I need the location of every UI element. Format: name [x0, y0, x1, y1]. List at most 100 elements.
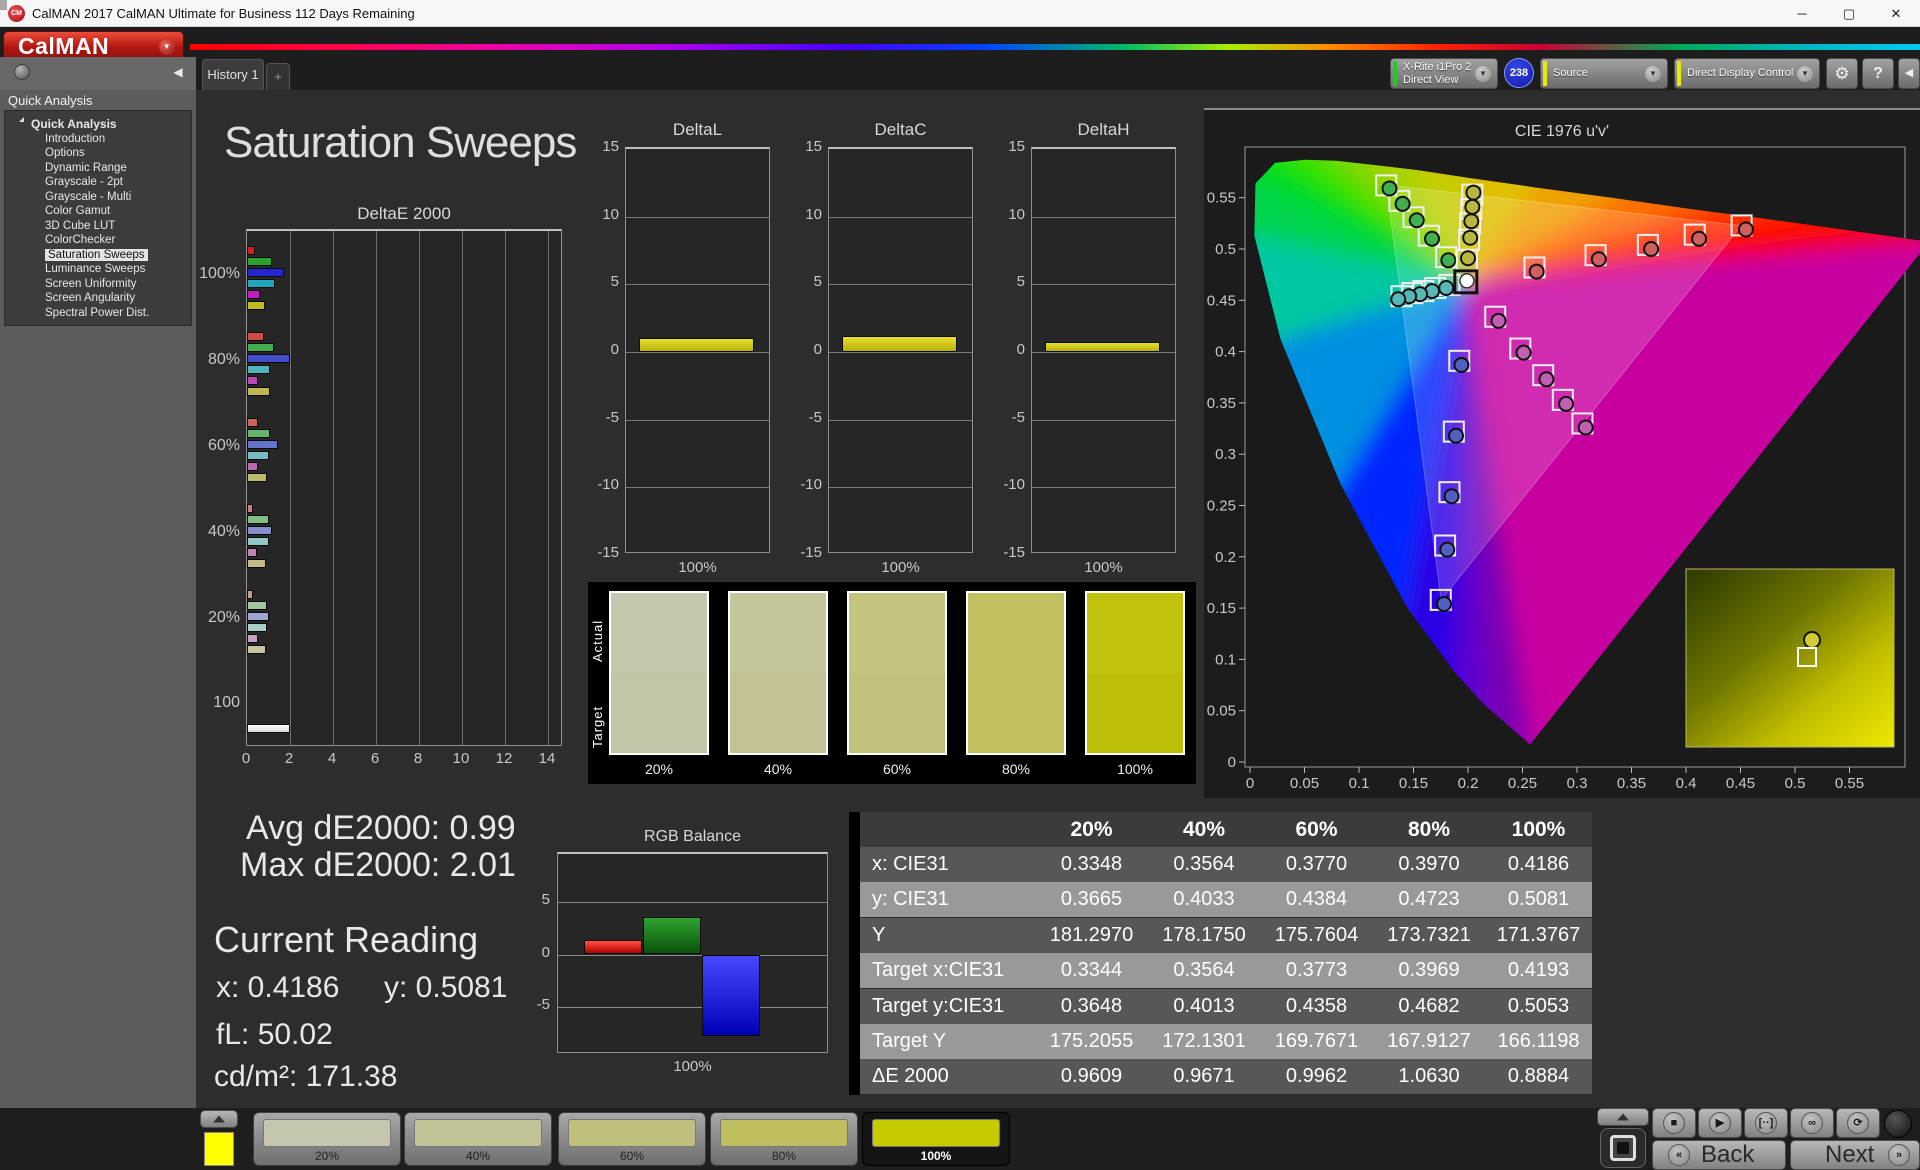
source-status-stripe	[1543, 61, 1547, 86]
sidebar-item-spectral-power-dist-[interactable]: Spectral Power Dist.	[45, 307, 149, 319]
close-button[interactable]: ✕	[1873, 0, 1919, 27]
sidebar-item-dynamic-range[interactable]: Dynamic Range	[45, 162, 127, 174]
sidebar-item-screen-uniformity[interactable]: Screen Uniformity	[45, 278, 136, 290]
table-header-cell: 80%	[1407, 818, 1451, 841]
delta-bar	[1045, 341, 1160, 352]
table-value-cell: 0.3564	[1173, 853, 1235, 875]
workflow-orb-icon[interactable]	[14, 64, 30, 80]
x-cat-label: 100%	[678, 559, 717, 576]
saturation-button-100%[interactable]: 100%	[862, 1112, 1010, 1166]
chevron-down-icon[interactable]: ▼	[1645, 65, 1661, 82]
transport-range[interactable]: [··]	[1744, 1108, 1788, 1138]
saturation-button-label: 60%	[619, 1149, 645, 1163]
next-button[interactable]: Next »	[1790, 1140, 1920, 1170]
sidebar-item-grayscale-multi[interactable]: Grayscale - Multi	[45, 191, 131, 203]
transport-loop[interactable]: ∞	[1790, 1108, 1834, 1138]
table-header-cell: 40%	[1182, 818, 1226, 841]
sidebar-item-options[interactable]: Options	[45, 147, 85, 159]
transport-play[interactable]: ▶	[1698, 1108, 1742, 1138]
tab-history-1[interactable]: History 1	[202, 59, 264, 90]
current-color-chip[interactable]	[204, 1132, 234, 1166]
y-tick-label: -5	[605, 408, 619, 426]
window-titlebar: CM CalMAN 2017 CalMAN Ultimate for Busin…	[0, 0, 1920, 27]
swatch-60%	[847, 591, 947, 755]
swatch-target	[730, 673, 826, 753]
fl-reading: fL: 50.02	[216, 1018, 333, 1051]
back-button[interactable]: « Back	[1652, 1140, 1786, 1170]
meter-dropdown[interactable]: X-Rite i1Pro 2 Direct View ▼	[1390, 58, 1498, 89]
svg-text:0.25: 0.25	[1508, 775, 1537, 792]
table-value-cell: 0.3344	[1060, 959, 1123, 982]
y-tick-label: 15	[1008, 138, 1025, 155]
measured-dot-magenta	[1577, 419, 1594, 436]
current-y-reading: y: 0.5081	[384, 971, 508, 1004]
y-tick-label: -10	[597, 476, 619, 494]
gridline	[829, 487, 972, 489]
sidebar-item-quick-analysis[interactable]: Quick Analysis	[31, 117, 117, 131]
table-value-cell: 175.2055	[1049, 1030, 1134, 1052]
saturation-button-60%[interactable]: 60%	[558, 1112, 706, 1166]
gridline	[829, 352, 972, 353]
deltae-bar	[247, 331, 265, 341]
measured-dot-red	[1643, 241, 1660, 257]
deltae-chart	[246, 229, 562, 746]
cie-svg: CIE 1976 u'v' 0 0.05 0.1 0.15 0.2 0.25 0.3 0.35…	[1207, 123, 1920, 792]
x-tick-label: 14	[538, 750, 556, 767]
sidebar-item-3d-cube-lut[interactable]: 3D Cube LUT	[45, 220, 115, 232]
sidebar-collapse-icon[interactable]: ◀	[168, 62, 188, 82]
gear-icon[interactable]: ⚙	[1826, 58, 1858, 89]
gridline	[333, 231, 334, 745]
chevron-down-icon[interactable]: ▼	[1475, 65, 1491, 82]
measured-dot-blue	[1453, 356, 1470, 373]
display-control-label: Direct Display Control	[1687, 67, 1794, 79]
svg-text:0.45: 0.45	[1726, 775, 1755, 792]
svg-text:0.05: 0.05	[1290, 775, 1319, 792]
tree-expand-icon[interactable]	[19, 117, 24, 122]
source-dropdown[interactable]: Source ▼	[1540, 58, 1668, 89]
table-row: Y 181.2970 178.1750 175.7604 173.7321 171.376…	[860, 917, 1592, 953]
deltae-bar	[247, 622, 268, 632]
add-tab-button[interactable]: +	[266, 63, 290, 90]
sidebar-item-grayscale-2pt[interactable]: Grayscale - 2pt	[45, 176, 123, 188]
gridline	[626, 216, 769, 218]
transport-stop[interactable]: ■	[1652, 1108, 1696, 1138]
session-count-badge[interactable]: 238	[1504, 58, 1534, 88]
deltae-bar	[247, 364, 270, 374]
table-value-cell: 1.0630	[1398, 1065, 1460, 1088]
pattern-window-button[interactable]	[1600, 1128, 1646, 1168]
table-value-cell: 0.3969	[1398, 959, 1460, 982]
y-tick-label: 5	[813, 273, 822, 291]
saturation-button-80%[interactable]: 80%	[710, 1112, 858, 1166]
x-tick-label: 2	[284, 750, 294, 767]
panel-up-button[interactable]	[1597, 1108, 1649, 1126]
table-row: Target x:CIE31 0.3344 0.3564 0.3773 0.3969 0.…	[860, 953, 1592, 989]
sidebar-item-screen-angularity[interactable]: Screen Angularity	[45, 292, 135, 304]
chevron-down-icon[interactable]: ▼	[1797, 65, 1813, 82]
saturation-button-40%[interactable]: 40%	[404, 1112, 552, 1166]
panel-collapse-icon[interactable]: ◀	[1898, 58, 1920, 89]
table-header-cell: 20%	[1070, 818, 1113, 841]
minimize-button[interactable]: ─	[1779, 0, 1825, 27]
saturation-button-20%[interactable]: 20%	[253, 1112, 401, 1166]
help-icon[interactable]: ?	[1862, 58, 1894, 89]
transport-refresh[interactable]: ⟳	[1836, 1108, 1880, 1138]
sidebar-item-saturation-sweeps[interactable]: Saturation Sweeps	[45, 248, 148, 261]
sidebar-item-luminance-sweeps[interactable]: Luminance Sweeps	[45, 263, 145, 275]
deltae-bar	[247, 439, 279, 449]
logo-menu-caret-icon[interactable]: ▼	[159, 39, 175, 55]
display-control-dropdown[interactable]: Direct Display Control ▼	[1674, 58, 1820, 89]
y-tick-label: 15	[805, 138, 822, 155]
sidebar-item-colorchecker[interactable]: ColorChecker	[45, 234, 115, 246]
maximize-button[interactable]: ▢	[1826, 0, 1872, 27]
palette-up-button[interactable]	[200, 1110, 238, 1128]
swatch-80%	[966, 591, 1066, 755]
pattern-icon	[1610, 1135, 1636, 1161]
x-tick-label: 0	[241, 750, 251, 767]
window-title: CalMAN 2017 CalMAN Ultimate for Business…	[32, 6, 415, 21]
inset-box	[1685, 568, 1895, 748]
sidebar-item-introduction[interactable]: Introduction	[45, 133, 105, 145]
measured-dot-yellow	[1465, 184, 1482, 201]
sidebar-item-color-gamut[interactable]: Color Gamut	[45, 205, 110, 217]
swatch-target	[611, 673, 707, 753]
deltae-bar	[247, 245, 255, 255]
